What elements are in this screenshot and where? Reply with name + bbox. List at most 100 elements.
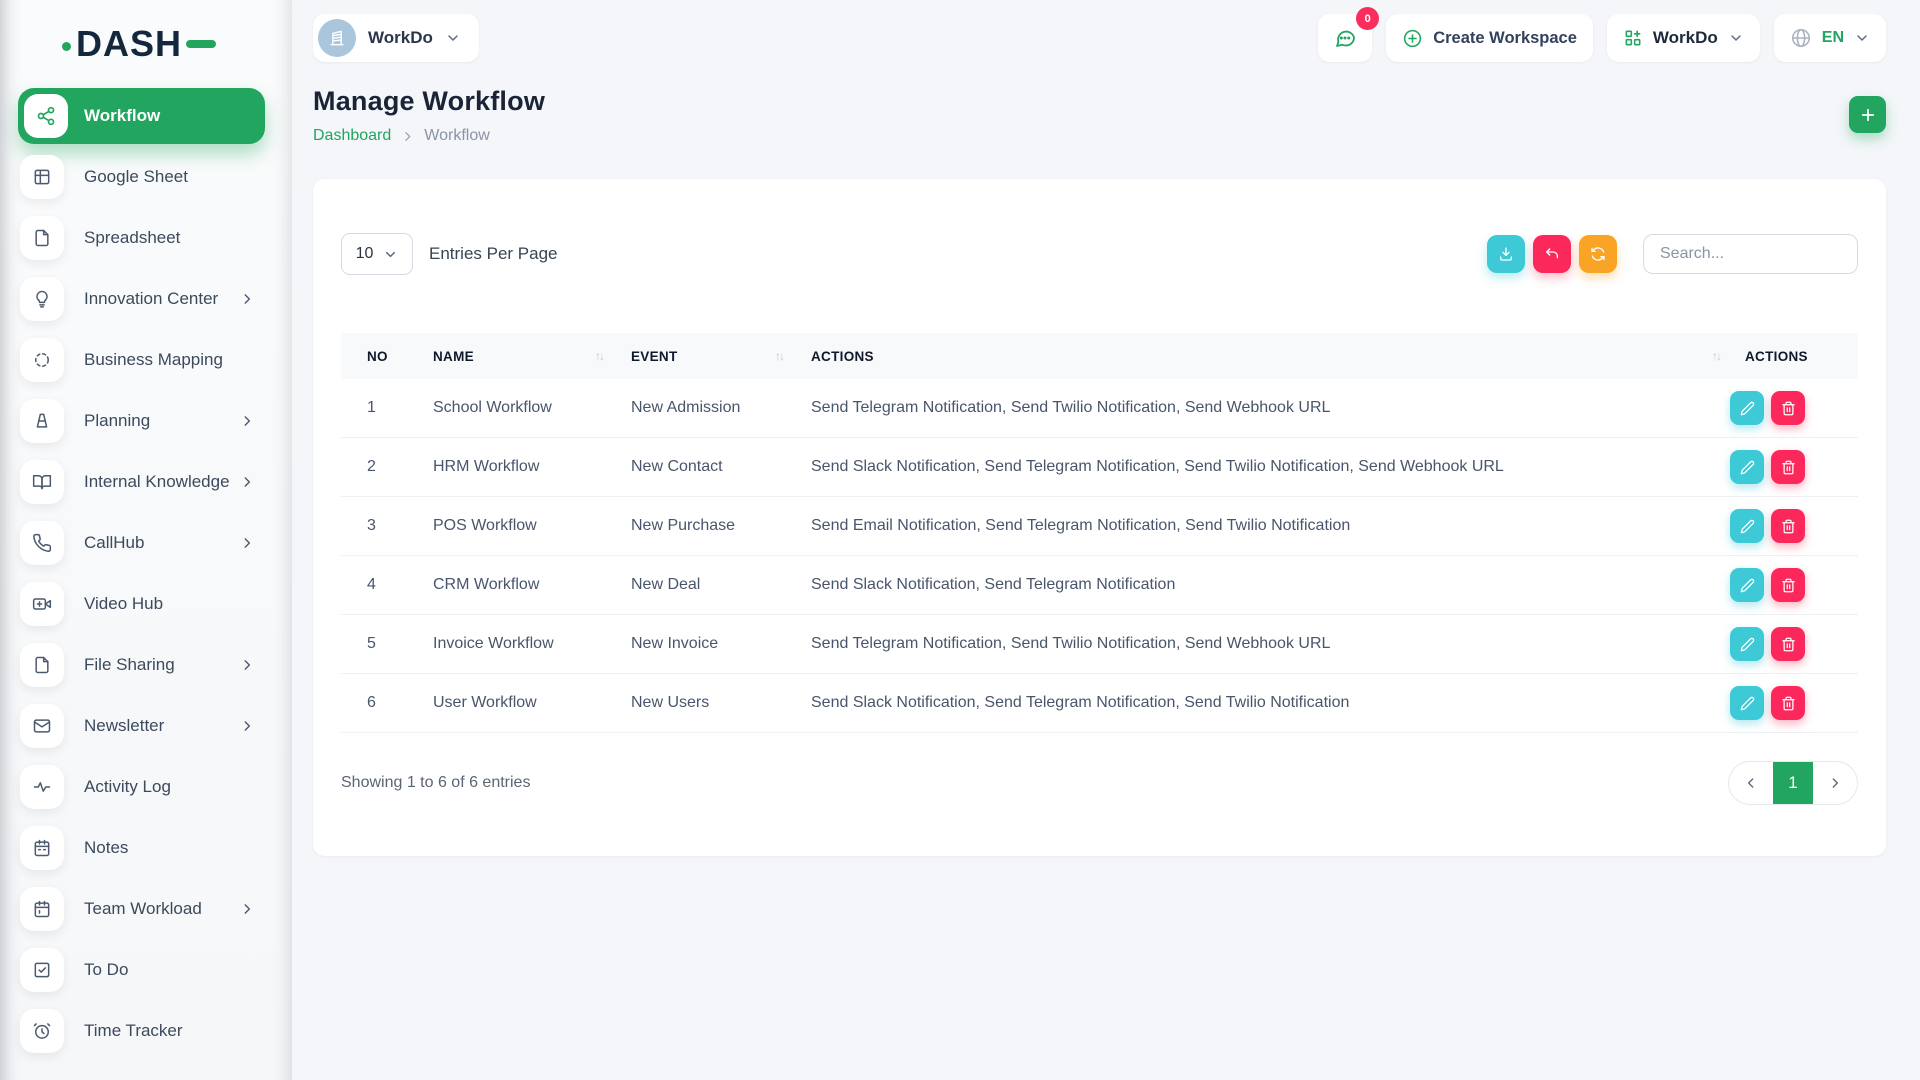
sidebar-item-google-sheet[interactable]: Google Sheet	[20, 155, 292, 199]
sidebar-item-label: Internal Knowledge	[84, 472, 230, 492]
sidebar-item-spreadsheet[interactable]: Spreadsheet	[20, 216, 292, 260]
app-menu-dropdown[interactable]: WorkDo	[1607, 14, 1760, 62]
spreadsheet-icon	[20, 216, 64, 260]
google-sheet-icon	[20, 155, 64, 199]
cell-event: New Invoice	[631, 635, 811, 653]
sidebar-item-callhub[interactable]: CallHub	[20, 521, 292, 565]
next-page-button[interactable]	[1813, 762, 1857, 804]
table-row: 3 POS Workflow New Purchase Send Email N…	[341, 497, 1858, 556]
column-header-label: NAME	[433, 349, 474, 364]
calendar-icon	[20, 887, 64, 931]
activity-pulse-icon	[20, 765, 64, 809]
workflow-table-card: 10 Entries Per Page	[313, 179, 1886, 856]
column-header-event: EVENT ↑↓	[631, 349, 811, 364]
sidebar-item-label: Google Sheet	[84, 167, 188, 187]
chevron-right-icon	[240, 719, 254, 733]
chevron-right-icon	[240, 536, 254, 550]
sidebar: DASH Workflow Google Sheet Spreadsheet	[0, 0, 292, 1080]
sidebar-item-planning[interactable]: Planning	[20, 399, 292, 443]
column-header-label: ACTIONS	[811, 349, 874, 364]
column-header-name: NAME ↑↓	[433, 349, 631, 364]
refresh-button[interactable]	[1579, 235, 1617, 273]
sidebar-item-time-tracker[interactable]: Time Tracker	[20, 1009, 292, 1053]
cell-event: New Purchase	[631, 517, 811, 535]
delete-button[interactable]	[1771, 568, 1805, 602]
globe-icon	[1790, 27, 1812, 49]
chevron-right-icon	[240, 902, 254, 916]
delete-button[interactable]	[1771, 391, 1805, 425]
language-dropdown[interactable]: EN	[1774, 14, 1886, 62]
create-workspace-button[interactable]: Create Workspace	[1386, 14, 1593, 62]
sidebar-item-innovation-center[interactable]: Innovation Center	[20, 277, 292, 321]
cone-icon	[20, 399, 64, 443]
workspace-name: WorkDo	[368, 28, 433, 48]
pencil-icon	[1740, 519, 1755, 534]
table-footer: Showing 1 to 6 of 6 entries 1	[341, 761, 1858, 805]
delete-button[interactable]	[1771, 450, 1805, 484]
main-area: WorkDo 0 Create Workspace	[292, 0, 1920, 1080]
cell-actions-text: Send Email Notification, Send Telegram N…	[811, 517, 1730, 535]
lightbulb-icon	[20, 277, 64, 321]
chevron-down-icon	[1728, 30, 1744, 46]
sidebar-item-file-sharing[interactable]: File Sharing	[20, 643, 292, 687]
edit-button[interactable]	[1730, 509, 1764, 543]
cell-no: 3	[341, 517, 433, 535]
messages-count-badge: 0	[1356, 7, 1379, 30]
cell-actions-text: Send Slack Notification, Send Telegram N…	[811, 694, 1730, 712]
sidebar-item-newsletter[interactable]: Newsletter	[20, 704, 292, 748]
undo-button[interactable]	[1533, 235, 1571, 273]
sidebar-item-to-do[interactable]: To Do	[20, 948, 292, 992]
sidebar-item-label: Business Mapping	[84, 350, 223, 370]
sidebar-item-label: Spreadsheet	[84, 228, 180, 248]
pagination: 1	[1728, 761, 1858, 805]
delete-button[interactable]	[1771, 627, 1805, 661]
sort-icon[interactable]: ↑↓	[1712, 349, 1720, 363]
workflow-table: NO NAME ↑↓ EVENT ↑↓ ACTIONS ↑↓ ACTIONS	[341, 333, 1858, 733]
add-workflow-button[interactable]	[1849, 96, 1886, 133]
delete-button[interactable]	[1771, 686, 1805, 720]
edit-button[interactable]	[1730, 391, 1764, 425]
sidebar-item-activity-log[interactable]: Activity Log	[20, 765, 292, 809]
cell-row-buttons	[1730, 509, 1858, 543]
edit-button[interactable]	[1730, 450, 1764, 484]
app-root: DASH Workflow Google Sheet Spreadsheet	[0, 0, 1920, 1080]
create-workspace-label: Create Workspace	[1433, 29, 1577, 48]
sidebar-item-business-mapping[interactable]: Business Mapping	[20, 338, 292, 382]
cell-event: New Admission	[631, 399, 811, 417]
page-number-button[interactable]: 1	[1773, 762, 1813, 804]
breadcrumb-dashboard-link[interactable]: Dashboard	[313, 127, 391, 145]
table-body: 1 School Workflow New Admission Send Tel…	[341, 379, 1858, 733]
sidebar-item-video-hub[interactable]: Video Hub	[20, 582, 292, 626]
messages-button[interactable]: 0	[1318, 14, 1372, 62]
delete-button[interactable]	[1771, 509, 1805, 543]
sort-icon[interactable]: ↑↓	[595, 349, 603, 363]
sidebar-item-notes[interactable]: Notes	[20, 826, 292, 870]
cell-no: 1	[341, 399, 433, 417]
sidebar-item-label: Newsletter	[84, 716, 164, 736]
sidebar-item-workflow[interactable]: Workflow	[18, 88, 265, 144]
phone-icon	[20, 521, 64, 565]
chevron-down-icon	[445, 30, 461, 46]
sidebar-item-team-workload[interactable]: Team Workload	[20, 887, 292, 931]
export-button[interactable]	[1487, 235, 1525, 273]
sidebar-item-internal-knowledge[interactable]: Internal Knowledge	[20, 460, 292, 504]
table-row: 2 HRM Workflow New Contact Send Slack No…	[341, 438, 1858, 497]
trash-icon	[1781, 401, 1796, 416]
entries-per-page-select[interactable]: 10	[341, 233, 413, 275]
column-header-row-actions: ACTIONS	[1730, 349, 1858, 364]
previous-page-button[interactable]	[1729, 762, 1773, 804]
search-input[interactable]	[1643, 234, 1858, 274]
video-camera-icon	[20, 582, 64, 626]
dashed-circle-icon	[20, 338, 64, 382]
sort-icon[interactable]: ↑↓	[775, 349, 783, 363]
workspace-switcher[interactable]: WorkDo	[313, 14, 479, 62]
chevron-right-icon	[240, 414, 254, 428]
cell-name: Invoice Workflow	[433, 635, 631, 653]
cell-name: CRM Workflow	[433, 576, 631, 594]
cell-actions-text: Send Slack Notification, Send Telegram N…	[811, 458, 1730, 476]
edit-button[interactable]	[1730, 686, 1764, 720]
trash-icon	[1781, 460, 1796, 475]
edit-button[interactable]	[1730, 568, 1764, 602]
edit-button[interactable]	[1730, 627, 1764, 661]
sidebar-item-label: Activity Log	[84, 777, 171, 797]
